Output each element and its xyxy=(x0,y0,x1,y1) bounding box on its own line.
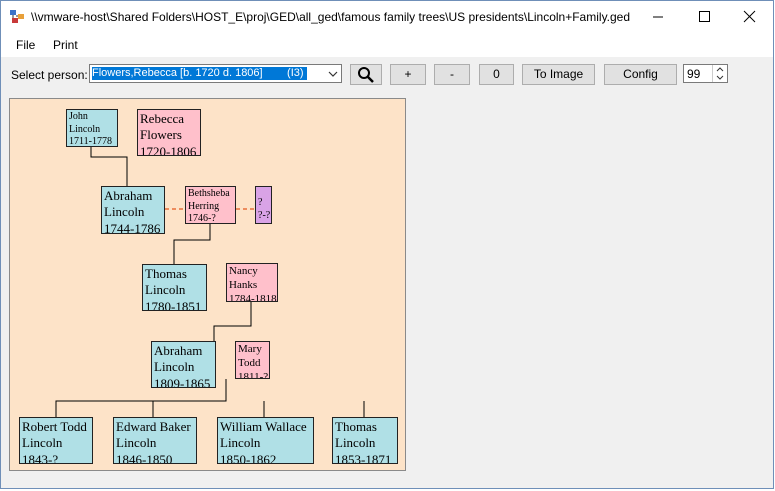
minimize-button[interactable] xyxy=(635,1,681,33)
person-surname: Flowers xyxy=(140,127,182,143)
window-title: \\vmware-host\Shared Folders\HOST_E\proj… xyxy=(31,10,631,24)
title-bar[interactable]: \\vmware-host\Shared Folders\HOST_E\proj… xyxy=(1,1,773,33)
person-dates: 1720-1806 xyxy=(140,143,197,156)
person-dates: 1811-? xyxy=(238,370,269,379)
person-surname: Lincoln xyxy=(116,435,157,451)
person-dates: 1746-? xyxy=(188,213,216,224)
menu-file[interactable]: File xyxy=(16,38,35,52)
app-window: \\vmware-host\Shared Folders\HOST_E\proj… xyxy=(0,0,774,489)
person-robert-todd-lincoln[interactable]: Robert Todd Lincoln 1843-? xyxy=(19,417,93,464)
magnifier-icon xyxy=(358,67,374,83)
person-dates: 1853-1871 xyxy=(335,451,392,464)
person-bethsheba-herring[interactable]: Bethsheba Herring 1746-? xyxy=(185,186,236,224)
person-name: Abraham xyxy=(154,343,203,358)
person-dates: 1780-1851 xyxy=(145,298,202,311)
person-name: Edward Baker xyxy=(116,419,191,434)
person-surname: Lincoln xyxy=(104,204,145,220)
menu-print[interactable]: Print xyxy=(53,38,78,52)
reset-zoom-button[interactable]: 0 xyxy=(479,64,514,85)
person-name: Rebecca xyxy=(140,111,185,126)
person-dates: ?-? xyxy=(258,209,271,221)
close-icon xyxy=(743,10,756,23)
person-surname: Lincoln xyxy=(69,123,101,135)
person-surname: Lincoln xyxy=(154,359,195,375)
search-button[interactable] xyxy=(350,64,382,85)
person-abraham-lincoln-1744[interactable]: Abraham Lincoln 1744-1786 xyxy=(101,186,165,234)
maximize-icon xyxy=(699,11,710,22)
person-dates: 1784-1818 xyxy=(229,292,277,302)
person-surname: Hanks xyxy=(229,278,258,291)
person-dates: 1711-1778 xyxy=(69,136,112,147)
person-rebecca-flowers[interactable]: Rebecca Flowers 1720-1806 xyxy=(137,109,201,156)
person-dates: 1744-1786 xyxy=(104,220,161,234)
person-surname: Lincoln xyxy=(22,435,63,451)
person-name: Mary xyxy=(238,343,262,355)
person-dates: 1846-1850 xyxy=(116,451,173,464)
person-name: Abraham xyxy=(104,188,153,203)
person-name: John xyxy=(69,111,88,122)
person-edward-baker-lincoln[interactable]: Edward Baker Lincoln 1846-1850 xyxy=(113,417,197,464)
person-surname: Todd xyxy=(238,356,261,369)
person-surname: Herring xyxy=(188,200,220,212)
person-name: William Wallace xyxy=(220,419,307,434)
menu-bar: File Print xyxy=(1,33,773,57)
tree-canvas[interactable] xyxy=(9,98,406,471)
person-william-wallace-lincoln[interactable]: William Wallace Lincoln 1850-1862 xyxy=(217,417,314,464)
person-surname: Lincoln xyxy=(145,282,186,298)
chevron-down-icon[interactable] xyxy=(327,68,339,80)
person-name: Bethsheba xyxy=(188,188,230,199)
person-dates: 1850-1862 xyxy=(220,451,277,464)
person-name: Nancy xyxy=(229,265,258,277)
person-john-lincoln[interactable]: John Lincoln 1711-1778 xyxy=(66,109,118,147)
person-nancy-hanks[interactable]: Nancy Hanks 1784-1818 xyxy=(226,263,278,302)
person-abraham-lincoln-1809[interactable]: Abraham Lincoln 1809-1865 xyxy=(151,341,216,388)
spinner-buttons[interactable] xyxy=(712,65,727,82)
person-mary-todd[interactable]: Mary Todd 1811-? xyxy=(235,341,270,379)
person-dates: 1843-? xyxy=(22,451,59,464)
family-tree-app-icon xyxy=(10,10,24,23)
selected-person-value: Flowers,Rebecca [b. 1720 d. 1806] (I3) xyxy=(92,67,307,80)
generations-spinner[interactable]: 99 xyxy=(683,64,728,83)
close-button[interactable] xyxy=(727,1,773,33)
config-button[interactable]: Config xyxy=(604,64,677,85)
spinner-arrows-icon[interactable] xyxy=(713,65,727,82)
select-person-label: Select person: xyxy=(11,68,88,82)
person-unknown-spouse[interactable]: ? ?-? xyxy=(255,186,272,224)
person-surname: Lincoln xyxy=(220,435,261,451)
person-name: ? xyxy=(258,197,263,208)
person-name: Robert Todd xyxy=(22,419,87,434)
person-thomas-lincoln-1853[interactable]: Thomas Lincoln 1853-1871 xyxy=(332,417,398,464)
zoom-out-button[interactable]: - xyxy=(434,64,470,85)
person-name: Thomas xyxy=(335,419,377,434)
generations-value: 99 xyxy=(687,67,701,81)
to-image-button[interactable]: To Image xyxy=(522,64,595,85)
maximize-button[interactable] xyxy=(681,1,727,33)
person-dates: 1809-1865 xyxy=(154,375,211,388)
person-select-dropdown[interactable]: Flowers,Rebecca [b. 1720 d. 1806] (I3) xyxy=(89,64,342,83)
minimize-icon xyxy=(653,16,663,18)
zoom-in-button[interactable]: + xyxy=(390,64,426,85)
person-thomas-lincoln-1780[interactable]: Thomas Lincoln 1780-1851 xyxy=(142,264,207,311)
person-surname: Lincoln xyxy=(335,435,376,451)
person-name: Thomas xyxy=(145,266,187,281)
